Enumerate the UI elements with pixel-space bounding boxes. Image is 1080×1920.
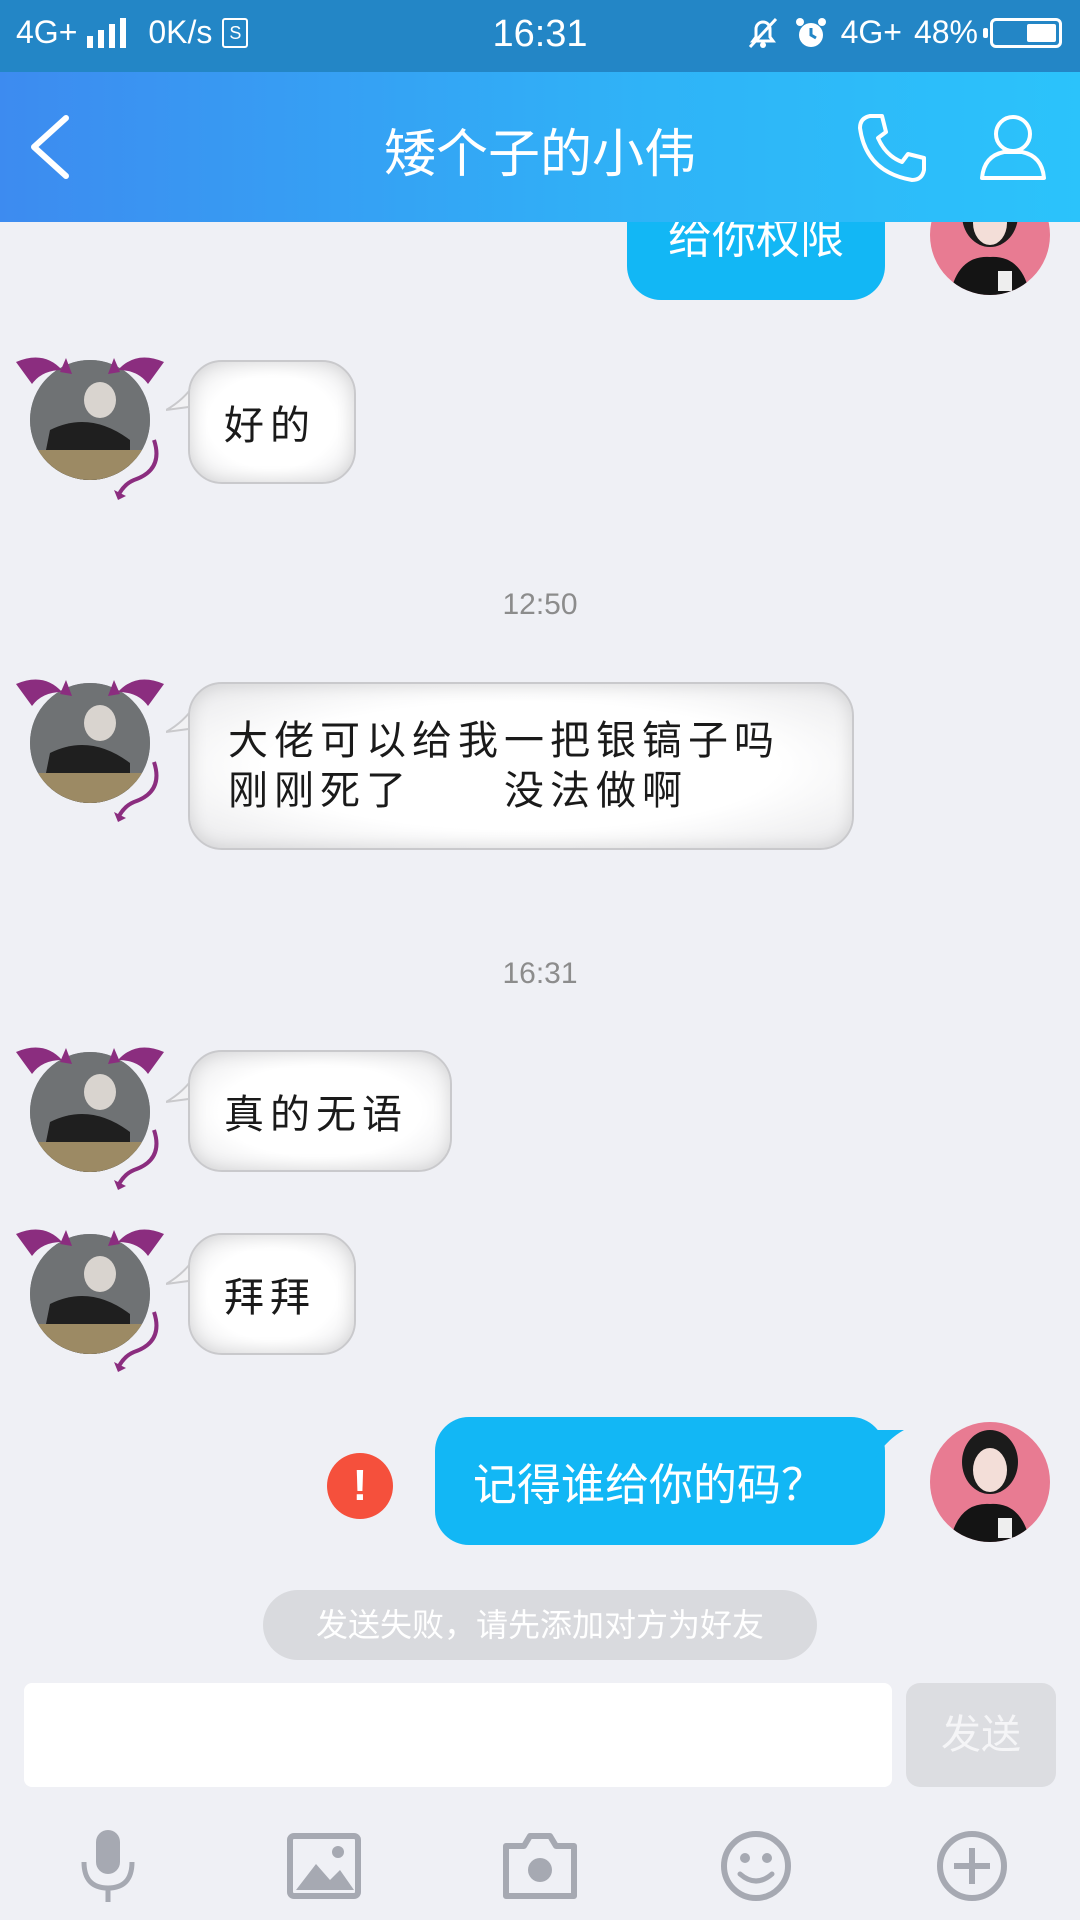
message-bubble-in[interactable]: 大佬可以给我一把银镐子吗 刚刚死了 没法做啊 <box>188 682 854 850</box>
send-failed-icon[interactable]: ! <box>327 1453 393 1519</box>
status-right: 4G+ 48% <box>745 14 1062 51</box>
timestamp: 12:50 <box>502 588 578 621</box>
avatar-self[interactable] <box>930 1422 1050 1542</box>
header-content-overlay: 矮个子的小伟 <box>0 72 1080 222</box>
send-failed-notice: 发送失败，请先添加对方为好友 <box>263 1590 817 1660</box>
devil-frame-icon <box>16 679 164 822</box>
camera-icon[interactable] <box>500 1826 580 1906</box>
input-toolbar <box>0 1800 1080 1920</box>
battery-fill <box>1027 23 1056 42</box>
message-bubble-in[interactable]: 真的无语 <box>188 1050 452 1172</box>
bubble-tail <box>874 1430 904 1460</box>
message-bubble-out[interactable]: 记得谁给你的码？ <box>435 1417 885 1545</box>
image-icon[interactable] <box>284 1826 364 1906</box>
phone-icon[interactable] <box>856 110 928 184</box>
profile-icon[interactable] <box>978 112 1048 182</box>
avatar-self-image <box>950 1430 1030 1542</box>
network-right-label: 4G+ <box>840 14 902 50</box>
microphone-icon[interactable] <box>68 1826 148 1906</box>
status-bar: 4G+ 0K/s S 16:31 4G+ 48% <box>0 0 1080 72</box>
send-button[interactable]: 发送 <box>906 1683 1056 1787</box>
message-text: 记得谁给你的码？ <box>473 1460 825 1511</box>
battery-icon <box>983 17 1062 48</box>
battery-label: 48% <box>913 14 978 50</box>
plus-icon[interactable] <box>932 1826 1012 1906</box>
message-bubble-in[interactable]: 好的 <box>188 360 356 484</box>
devil-frame-icon <box>16 1229 164 1372</box>
devil-frame-icon <box>16 1047 164 1190</box>
timestamp: 16:31 <box>502 957 578 990</box>
mute-bell-icon <box>748 17 777 48</box>
devil-frame-icon <box>16 357 164 500</box>
emoji-icon[interactable] <box>716 1826 796 1906</box>
message-text-line2: 刚刚死了 没法做啊 <box>228 768 688 814</box>
message-text: 真的无语 <box>224 1092 408 1138</box>
message-text: 好的 <box>224 403 316 449</box>
alarm-icon <box>795 17 826 47</box>
message-text-line1: 大佬可以给我一把银镐子吗 <box>228 718 780 764</box>
message-bubble-in[interactable]: 拜拜 <box>188 1233 356 1355</box>
message-input[interactable] <box>24 1683 892 1787</box>
message-text: 拜拜 <box>224 1275 316 1321</box>
